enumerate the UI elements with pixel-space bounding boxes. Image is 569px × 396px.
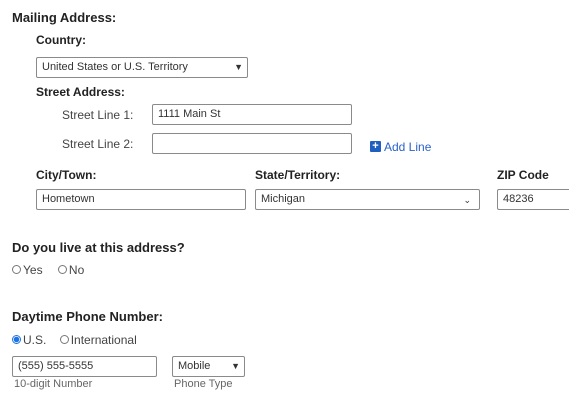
live-at-address-radio-group: Yes No [12,262,84,277]
radio-us-label: U.S. [23,332,47,347]
state-select-value: Michigan [261,193,306,205]
phone-type-select[interactable]: Mobile ▼ [172,356,245,377]
radio-unchecked-icon [59,335,69,345]
live-at-address-question: Do you live at this address? [12,240,185,255]
radio-unchecked-icon [12,265,21,275]
add-line-button[interactable]: + Add Line [370,139,431,154]
radio-no[interactable]: No [57,262,85,277]
plus-icon: + [370,141,381,153]
street-line-2-label: Street Line 2: [62,137,134,151]
phone-number-input[interactable]: (555) 555-5555 [12,356,157,377]
phone-number-hint: 10-digit Number [14,378,93,390]
street-line-2-input[interactable] [152,133,352,154]
street-address-heading: Street Address: [36,85,125,99]
chevron-down-icon: ▼ [231,361,240,371]
radio-international-label: International [70,332,137,347]
state-label: State/Territory: [255,168,341,182]
street-line-1-input[interactable]: 1111 Main St [152,104,352,125]
radio-checked-icon [12,335,21,345]
state-select[interactable]: Michigan ⌄ [255,189,480,210]
country-select[interactable]: United States or U.S. Territory ▼ [36,57,248,78]
country-label: Country: [36,33,86,47]
phone-type-select-value: Mobile [178,360,211,372]
mailing-address-heading: Mailing Address: [12,10,117,25]
country-select-value: United States or U.S. Territory [42,61,188,73]
chevron-down-icon: ⌄ [463,195,471,205]
radio-unchecked-icon [57,265,67,275]
radio-international[interactable]: International [59,332,137,347]
phone-region-radio-group: U.S. International [12,332,137,347]
radio-no-label: No [68,262,85,277]
city-label: City/Town: [36,168,97,182]
radio-us[interactable]: U.S. [12,332,46,347]
radio-yes[interactable]: Yes [12,262,43,277]
street-line-1-label: Street Line 1: [62,108,134,122]
chevron-down-icon: ▼ [234,62,243,72]
radio-yes-label: Yes [23,262,43,277]
zip-input[interactable]: 48236 [497,189,569,210]
add-line-link-label: Add Line [384,139,432,154]
city-input[interactable]: Hometown [36,189,246,210]
zip-label: ZIP Code [497,168,549,182]
daytime-phone-heading: Daytime Phone Number: [12,309,163,324]
phone-type-hint: Phone Type [174,378,233,390]
